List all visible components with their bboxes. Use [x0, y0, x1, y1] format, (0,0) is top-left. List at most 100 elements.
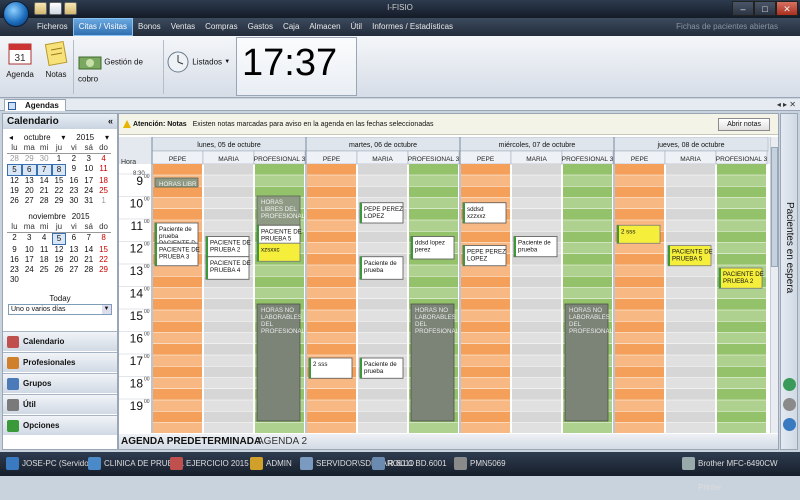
day-header[interactable]: lunes, 05 de octubre — [197, 142, 261, 149]
appointment[interactable]: PACIENTE DE PRUEBA 2 — [205, 236, 251, 258]
time-slot[interactable] — [717, 220, 766, 231]
professional-header[interactable]: PEPE — [631, 156, 649, 163]
time-slot[interactable] — [204, 310, 253, 321]
time-slot[interactable] — [563, 254, 612, 265]
calendar-day[interactable]: 11 — [37, 245, 52, 255]
time-slot[interactable] — [409, 220, 458, 231]
menu-item-1[interactable]: Citas / Visitas — [72, 18, 133, 36]
open-notes-button[interactable]: Abrir notas — [718, 118, 770, 131]
blocked-hours[interactable]: HORAS LIBRES DEL PROFESIONAL — [256, 195, 306, 226]
time-slot[interactable] — [615, 389, 664, 400]
time-slot[interactable] — [307, 276, 356, 288]
time-slot[interactable] — [717, 231, 766, 243]
time-slot[interactable] — [358, 422, 407, 433]
calendar-day[interactable]: 3 — [81, 154, 96, 164]
time-slot[interactable] — [615, 287, 664, 299]
time-slot[interactable] — [615, 344, 664, 355]
professional-header[interactable]: PROFESIONAL 3 — [716, 156, 768, 163]
time-slot[interactable] — [666, 377, 715, 389]
professional-header[interactable]: PEPE — [169, 156, 187, 163]
time-slot[interactable] — [307, 411, 356, 423]
time-slot[interactable] — [358, 389, 407, 400]
time-slot[interactable] — [153, 265, 202, 276]
calendar-day[interactable]: 25 — [96, 186, 111, 196]
time-slot[interactable] — [307, 299, 356, 310]
time-slot[interactable] — [204, 332, 253, 344]
time-slot[interactable] — [666, 175, 715, 186]
time-slot[interactable] — [512, 164, 561, 175]
calendar-day[interactable]: 14 — [81, 245, 96, 255]
time-slot[interactable] — [461, 344, 510, 355]
time-slot[interactable] — [153, 377, 202, 389]
time-slot[interactable] — [358, 231, 407, 243]
time-slot[interactable] — [409, 276, 458, 288]
calendar-day[interactable]: 23 — [66, 186, 81, 196]
calendar-day[interactable]: 11 — [96, 164, 111, 176]
time-slot[interactable] — [153, 287, 202, 299]
blocked-hours[interactable]: HORAS NO LABORABLES DEL PROFESIONAL — [256, 303, 306, 422]
calendar-day[interactable]: 21 — [81, 255, 96, 265]
time-slot[interactable] — [204, 209, 253, 220]
calendar-day[interactable]: 29 — [22, 154, 37, 164]
appointment[interactable]: PACIENTE DE PRUEBA 5 — [256, 224, 302, 244]
calendar-day[interactable]: 9 — [7, 245, 22, 255]
calendar-day[interactable]: 5 — [7, 164, 22, 176]
time-slot[interactable] — [358, 164, 407, 175]
time-slot[interactable] — [512, 355, 561, 366]
time-slot[interactable] — [717, 366, 766, 378]
tools-icon[interactable] — [783, 398, 796, 411]
time-slot[interactable] — [204, 411, 253, 423]
time-slot[interactable] — [307, 344, 356, 355]
calendar-day[interactable]: 23 — [7, 265, 22, 275]
time-slot[interactable] — [615, 164, 664, 175]
calendar-day[interactable]: 25 — [37, 265, 52, 275]
time-slot[interactable] — [461, 164, 510, 175]
time-slot[interactable] — [358, 321, 407, 333]
menu-item-4[interactable]: Compras — [200, 18, 242, 36]
time-slot[interactable] — [358, 411, 407, 423]
appointment[interactable]: Paciente de prueba — [513, 236, 558, 258]
time-slot[interactable] — [358, 175, 407, 186]
month-arrow-icon[interactable]: ▾ — [61, 133, 65, 143]
time-slot[interactable] — [512, 287, 561, 299]
professional-header[interactable]: PEPE — [323, 156, 341, 163]
time-slot[interactable] — [461, 175, 510, 186]
time-slot[interactable] — [717, 287, 766, 299]
time-slot[interactable] — [255, 265, 304, 276]
maximize-button[interactable]: □ — [754, 1, 776, 16]
time-slot[interactable] — [307, 186, 356, 198]
time-slot[interactable] — [358, 186, 407, 198]
time-slot[interactable] — [307, 400, 356, 411]
calendar-day[interactable]: 24 — [22, 265, 37, 275]
prev-month-button[interactable]: ◂ — [9, 133, 13, 143]
time-slot[interactable] — [563, 175, 612, 186]
time-slot[interactable] — [666, 276, 715, 288]
time-slot[interactable] — [461, 400, 510, 411]
time-slot[interactable] — [461, 355, 510, 366]
time-slot[interactable] — [409, 175, 458, 186]
time-slot[interactable] — [153, 276, 202, 288]
menu-item-8[interactable]: Útil — [346, 18, 368, 36]
time-slot[interactable] — [666, 209, 715, 220]
time-slot[interactable] — [512, 220, 561, 231]
day-header[interactable]: jueves, 08 de octubre — [657, 142, 725, 149]
time-slot[interactable] — [666, 265, 715, 276]
calendar-day[interactable]: 28 — [81, 265, 96, 275]
time-slot[interactable] — [615, 197, 664, 209]
calendar-day[interactable]: 22 — [52, 186, 67, 196]
time-slot[interactable] — [461, 265, 510, 276]
time-slot[interactable] — [666, 332, 715, 344]
time-slot[interactable] — [615, 377, 664, 389]
tab-agendas[interactable]: Agendas — [4, 99, 66, 111]
time-slot[interactable] — [307, 197, 356, 209]
time-slot[interactable] — [563, 220, 612, 231]
time-slot[interactable] — [307, 310, 356, 321]
globe-icon[interactable] — [783, 418, 796, 431]
time-slot[interactable] — [615, 209, 664, 220]
calendar-day[interactable]: 3 — [22, 233, 37, 245]
time-slot[interactable] — [717, 332, 766, 344]
calendar-day[interactable]: 30 — [66, 196, 81, 206]
calendar-day[interactable]: 16 — [7, 255, 22, 265]
time-slot[interactable] — [563, 422, 612, 433]
listados-button[interactable]: Listados ▼ — [166, 50, 232, 74]
